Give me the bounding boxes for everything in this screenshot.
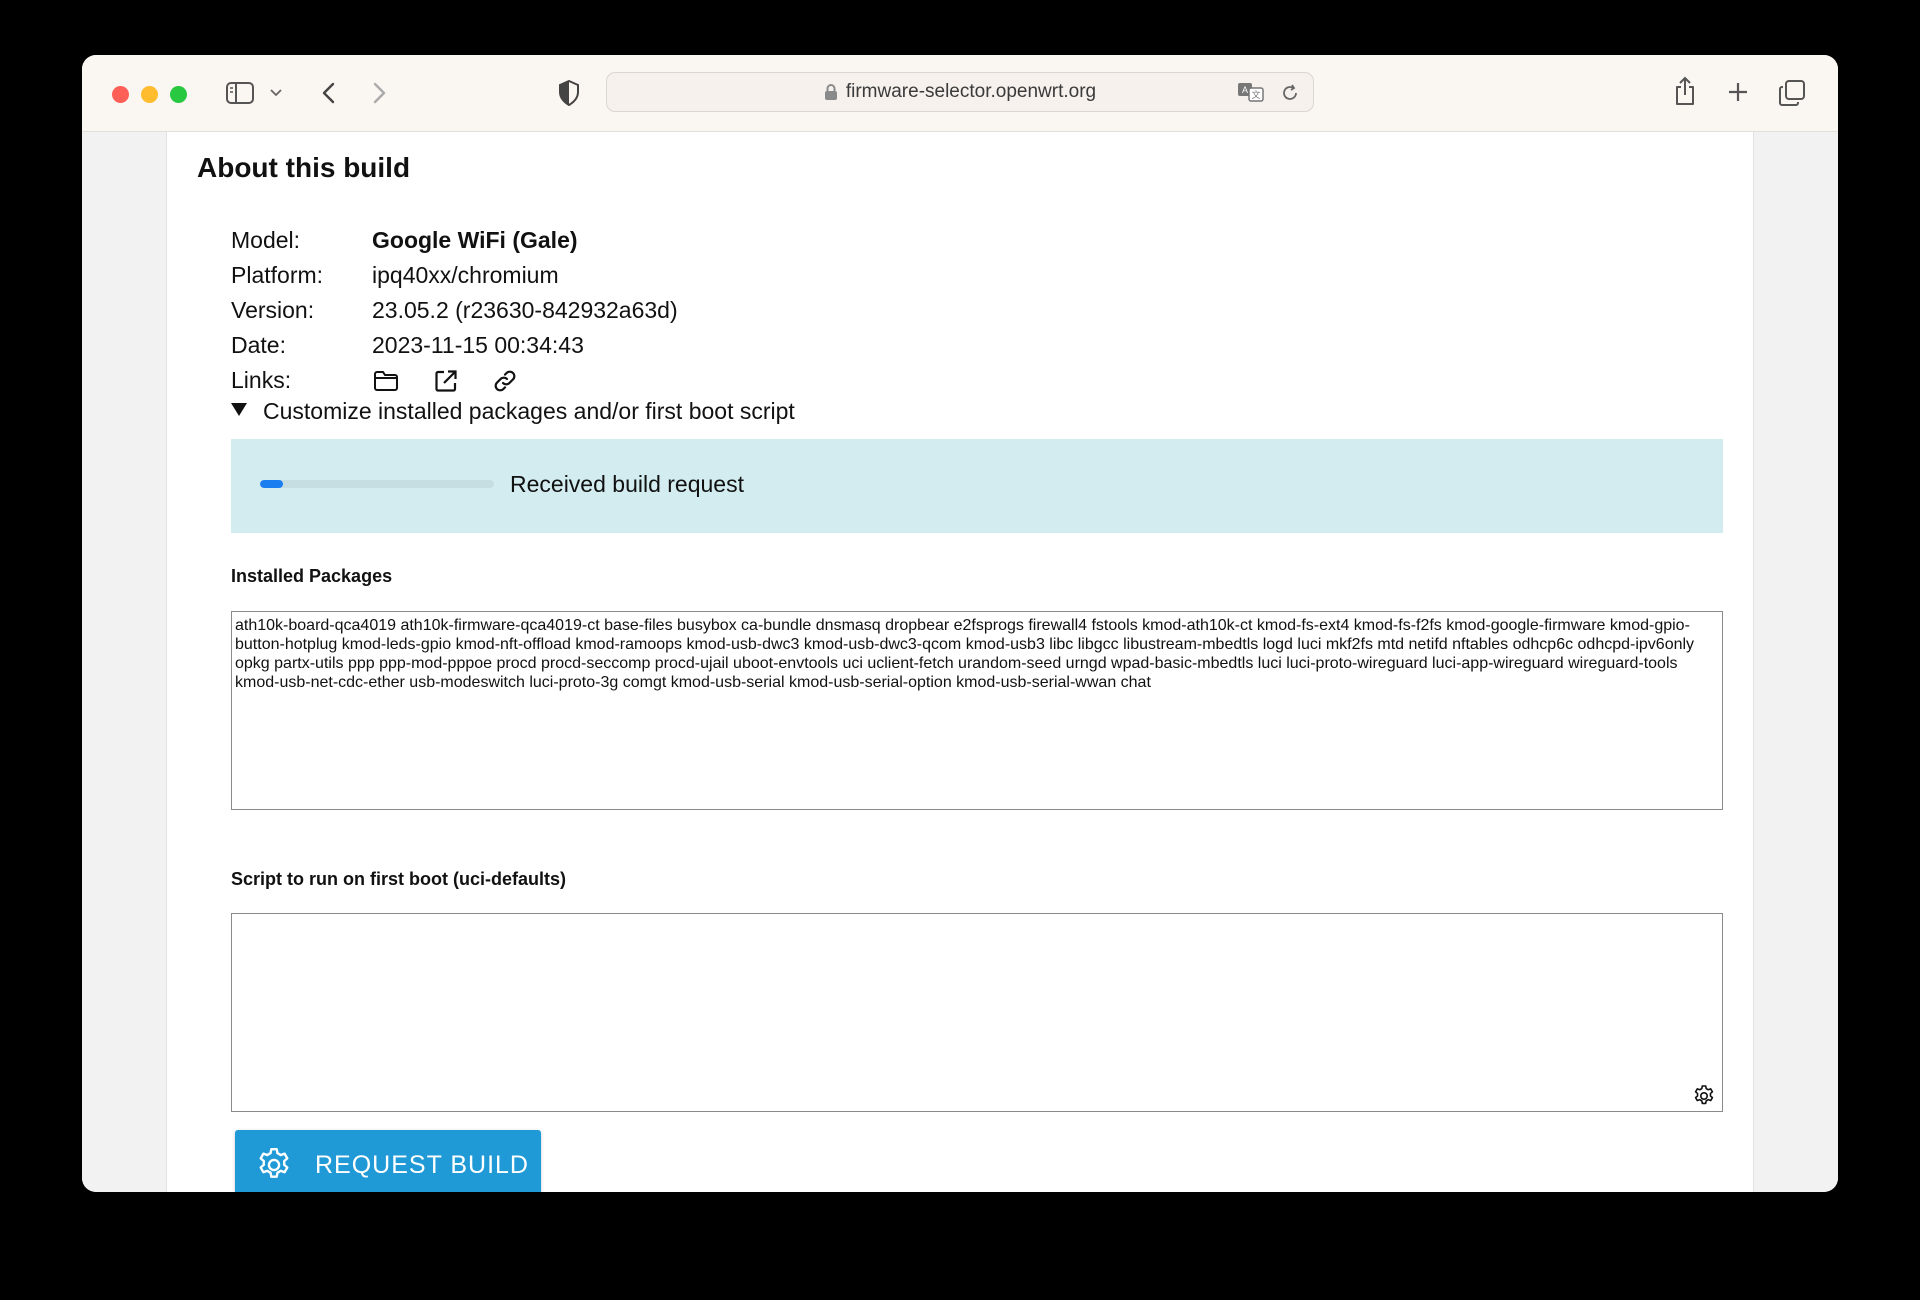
chain-link-icon[interactable] xyxy=(491,367,519,395)
installed-packages-label: Installed Packages xyxy=(231,566,393,586)
build-status-text: Received build request xyxy=(510,471,744,497)
web-content: About this build Model: Google WiFi (Gal… xyxy=(82,132,1838,1192)
zoom-window-button[interactable] xyxy=(170,86,187,103)
new-tab-icon[interactable] xyxy=(1726,80,1750,104)
first-boot-script-textarea[interactable] xyxy=(231,913,1723,1112)
model-value: Google WiFi (Gale) xyxy=(372,227,578,253)
reload-icon[interactable] xyxy=(1279,82,1301,104)
browser-toolbar: firmware-selector.openwrt.org A文 xyxy=(82,55,1838,132)
date-label: Date: xyxy=(231,332,286,358)
chevron-down-icon[interactable] xyxy=(268,85,284,101)
svg-text:文: 文 xyxy=(1251,89,1260,100)
first-boot-script-label: Script to run on first boot (uci-default… xyxy=(231,869,566,889)
platform-value: ipq40xx/chromium xyxy=(372,262,559,288)
build-progress-fill xyxy=(260,480,284,488)
share-icon[interactable] xyxy=(1672,75,1698,107)
links-label: Links: xyxy=(231,367,292,393)
page-title: About this build xyxy=(197,152,411,183)
minimize-window-button[interactable] xyxy=(141,86,158,103)
customize-summary-text: Customize installed packages and/or firs… xyxy=(263,398,795,424)
external-link-icon[interactable] xyxy=(432,367,460,395)
request-build-button[interactable]: REQUEST BUILD xyxy=(235,1130,541,1192)
version-value: 23.05.2 (r23630-842932a63d) xyxy=(372,297,678,323)
gear-icon xyxy=(255,1146,293,1184)
translate-icon[interactable]: A文 xyxy=(1237,81,1265,103)
sidebar-icon[interactable] xyxy=(224,79,256,107)
model-label: Model: xyxy=(231,227,301,253)
address-bar[interactable]: firmware-selector.openwrt.org A文 xyxy=(606,72,1314,112)
expanded-triangle-icon xyxy=(231,403,247,416)
build-status-box: Received build request xyxy=(231,439,1723,533)
forward-icon[interactable] xyxy=(368,79,392,107)
build-panel: About this build Model: Google WiFi (Gal… xyxy=(166,132,1754,1192)
back-icon[interactable] xyxy=(316,79,340,107)
privacy-shield-icon[interactable] xyxy=(556,78,582,108)
customize-summary-toggle[interactable]: Customize installed packages and/or firs… xyxy=(231,396,795,426)
version-label: Version: xyxy=(231,297,315,323)
tab-overview-icon[interactable] xyxy=(1778,79,1806,107)
request-build-label: REQUEST BUILD xyxy=(315,1150,529,1179)
lock-icon xyxy=(824,83,838,101)
close-window-button[interactable] xyxy=(112,86,129,103)
url-text: firmware-selector.openwrt.org xyxy=(845,81,1097,102)
build-progress-bar xyxy=(260,480,494,488)
browser-window: firmware-selector.openwrt.org A文 About t… xyxy=(82,55,1838,1192)
gear-icon[interactable] xyxy=(1692,1084,1716,1108)
date-value: 2023-11-15 00:34:43 xyxy=(372,332,584,358)
svg-text:A: A xyxy=(1242,85,1248,95)
platform-label: Platform: xyxy=(231,262,324,288)
installed-packages-textarea[interactable]: ath10k-board-qca4019 ath10k-firmware-qca… xyxy=(231,611,1723,810)
folder-icon[interactable] xyxy=(372,367,400,395)
